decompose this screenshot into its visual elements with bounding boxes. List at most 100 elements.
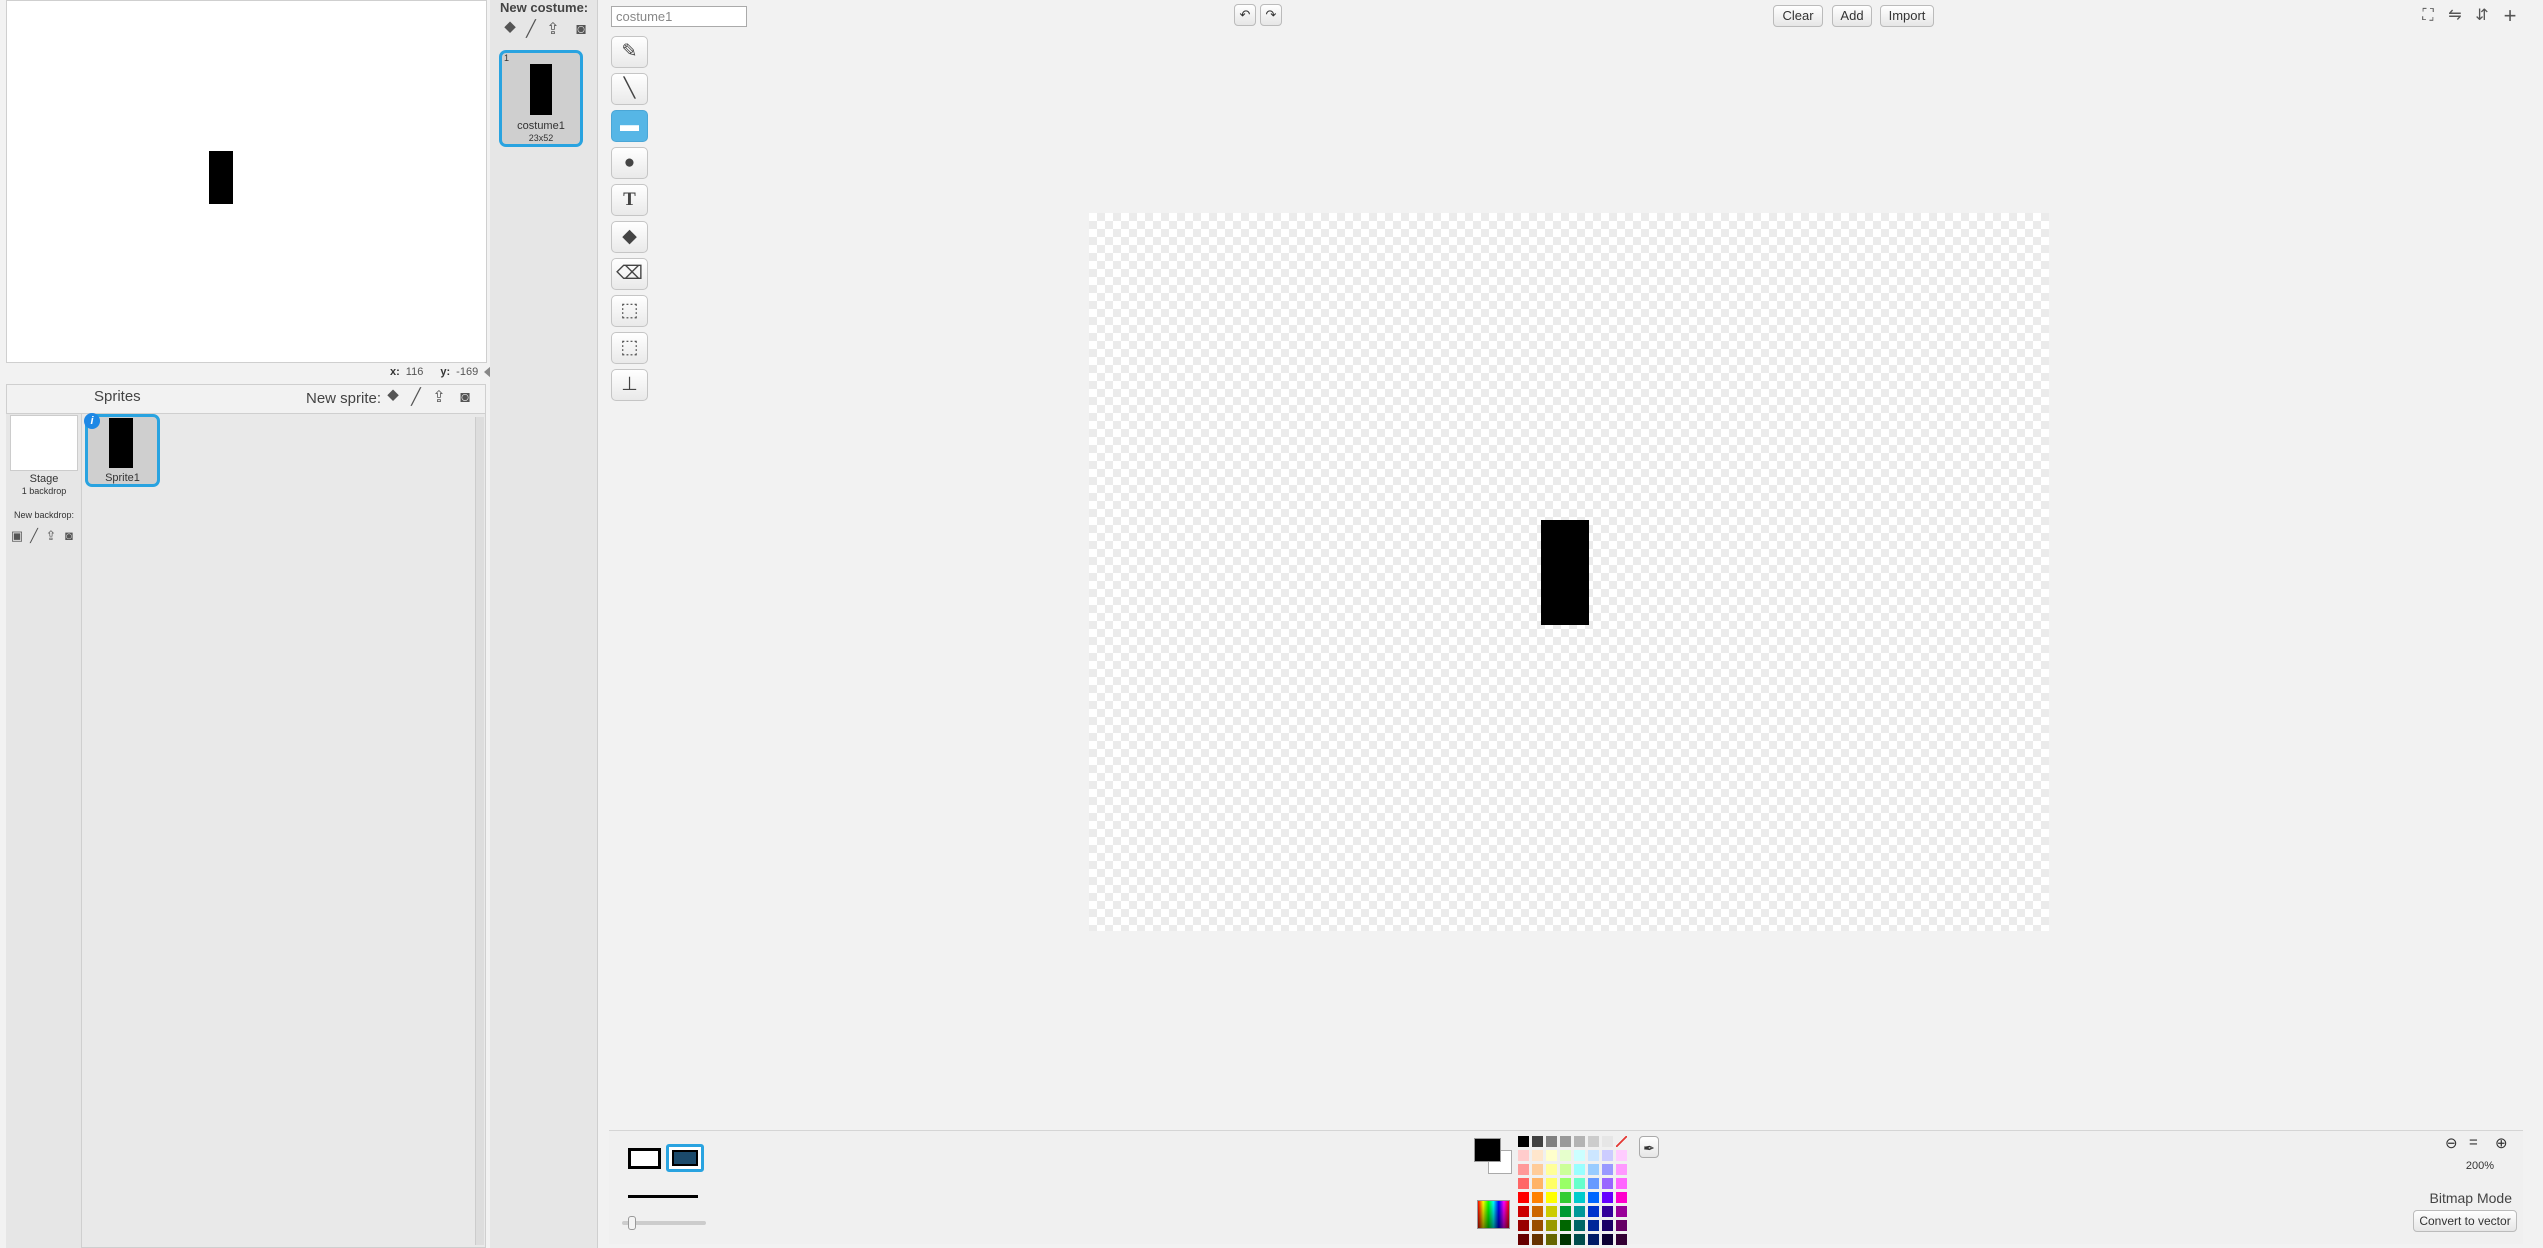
paint-new-sprite-icon[interactable]: ╱ — [406, 388, 426, 408]
color-swatch[interactable] — [1532, 1150, 1543, 1161]
convert-to-vector-button[interactable]: Convert to vector — [2413, 1210, 2517, 1232]
set-center-crosshair-icon[interactable]: + — [2498, 4, 2522, 28]
costume-name-input[interactable] — [611, 6, 747, 27]
upload-backdrop-icon[interactable]: ⇪ — [42, 526, 60, 546]
camera-backdrop-icon[interactable]: ◙ — [60, 526, 78, 546]
tool-select[interactable]: ⬚ — [611, 295, 648, 327]
sprites-scrollbar[interactable] — [475, 417, 484, 1245]
color-swatch[interactable] — [1574, 1164, 1585, 1175]
color-swatch[interactable] — [1560, 1164, 1571, 1175]
paint-costume-icon[interactable]: ╱ — [521, 20, 541, 40]
color-swatch[interactable] — [1588, 1220, 1599, 1231]
color-swatch[interactable] — [1546, 1206, 1557, 1217]
color-spectrum-picker[interactable] — [1477, 1200, 1510, 1229]
tool-stamp[interactable]: ⊥ — [611, 369, 648, 401]
color-swatch[interactable] — [1560, 1136, 1571, 1147]
color-swatch[interactable] — [1518, 1178, 1529, 1189]
color-swatch[interactable] — [1518, 1150, 1529, 1161]
color-swatch[interactable] — [1616, 1234, 1627, 1245]
color-swatch[interactable] — [1602, 1220, 1613, 1231]
color-swatch[interactable] — [1602, 1178, 1613, 1189]
color-swatch[interactable] — [1574, 1150, 1585, 1161]
color-swatch[interactable] — [1546, 1192, 1557, 1203]
color-swatch[interactable] — [1518, 1206, 1529, 1217]
color-swatch[interactable] — [1560, 1150, 1571, 1161]
color-swatch[interactable] — [1546, 1136, 1557, 1147]
color-swatch[interactable] — [1588, 1178, 1599, 1189]
color-swatch[interactable] — [1616, 1220, 1627, 1231]
upload-costume-icon[interactable]: ⇪ — [543, 20, 563, 40]
color-swatch[interactable] — [1546, 1234, 1557, 1245]
color-swatch[interactable] — [1602, 1150, 1613, 1161]
tool-rectangle[interactable]: ▬ — [611, 110, 648, 142]
color-swatch[interactable] — [1518, 1164, 1529, 1175]
tool-text[interactable]: T — [611, 184, 648, 216]
color-swatch[interactable] — [1546, 1220, 1557, 1231]
color-swatch[interactable] — [1560, 1192, 1571, 1203]
primary-color-swatch[interactable] — [1474, 1138, 1501, 1162]
color-swatch[interactable] — [1616, 1206, 1627, 1217]
stage-sprite-rectangle[interactable] — [209, 151, 233, 204]
sprite-info-icon[interactable]: i — [84, 413, 100, 429]
tool-brush[interactable]: ✎ — [611, 36, 648, 68]
undo-button[interactable]: ↶ — [1234, 4, 1256, 26]
color-swatch[interactable] — [1532, 1220, 1543, 1231]
color-swatch[interactable] — [1588, 1206, 1599, 1217]
color-swatch[interactable] — [1574, 1178, 1585, 1189]
color-swatch[interactable] — [1616, 1150, 1627, 1161]
color-swatch[interactable] — [1602, 1206, 1613, 1217]
upload-sprite-icon[interactable]: ⇪ — [429, 388, 449, 408]
color-swatch[interactable] — [1532, 1178, 1543, 1189]
color-swatch[interactable] — [1518, 1220, 1529, 1231]
stage-canvas[interactable] — [6, 0, 487, 363]
tool-fill[interactable]: ◆ — [611, 221, 648, 253]
color-swatch[interactable] — [1574, 1192, 1585, 1203]
tool-line[interactable]: ╲ — [611, 73, 648, 105]
camera-costume-icon[interactable]: ◙ — [571, 20, 591, 40]
color-swatch[interactable] — [1588, 1164, 1599, 1175]
filled-shape-option[interactable] — [666, 1144, 704, 1172]
color-swatch[interactable] — [1588, 1234, 1599, 1245]
redo-button[interactable]: ↷ — [1260, 4, 1282, 26]
color-swatch[interactable] — [1602, 1234, 1613, 1245]
color-swatch[interactable] — [1574, 1234, 1585, 1245]
color-swatch[interactable] — [1588, 1192, 1599, 1203]
flip-horizontal-icon[interactable]: ⇋ — [2443, 4, 2467, 28]
color-swatch[interactable] — [1616, 1164, 1627, 1175]
backdrop-library-icon[interactable]: ▣ — [8, 526, 26, 546]
eyedropper-icon[interactable]: ✒ — [1639, 1136, 1659, 1158]
tool-select-remove-background[interactable]: ⬚ — [611, 332, 648, 364]
zoom-in-icon[interactable]: ⊕ — [2495, 1134, 2508, 1152]
color-swatch[interactable] — [1532, 1234, 1543, 1245]
color-swatch[interactable] — [1518, 1136, 1529, 1147]
costume-library-icon[interactable]: ⯁ — [500, 20, 520, 40]
color-swatch[interactable] — [1602, 1192, 1613, 1203]
color-swatch[interactable] — [1518, 1192, 1529, 1203]
color-swatch[interactable] — [1588, 1150, 1599, 1161]
paint-backdrop-icon[interactable]: ╱ — [26, 526, 42, 546]
zoom-out-icon[interactable]: ⊖ — [2445, 1134, 2458, 1152]
tool-ellipse[interactable]: ● — [611, 147, 648, 179]
color-swatch[interactable] — [1532, 1136, 1543, 1147]
color-swatch[interactable] — [1546, 1150, 1557, 1161]
color-swatch[interactable] — [1546, 1178, 1557, 1189]
color-swatch[interactable] — [1532, 1192, 1543, 1203]
color-swatch[interactable] — [1602, 1136, 1613, 1147]
color-swatch[interactable] — [1574, 1206, 1585, 1217]
color-swatch[interactable] — [1518, 1234, 1529, 1245]
camera-sprite-icon[interactable]: ◙ — [455, 388, 475, 408]
color-swatch[interactable] — [1560, 1206, 1571, 1217]
color-swatch[interactable] — [1616, 1178, 1627, 1189]
color-swatch[interactable] — [1574, 1136, 1585, 1147]
painted-rectangle[interactable] — [1541, 520, 1589, 625]
clear-button[interactable]: Clear — [1773, 5, 1823, 27]
color-swatch[interactable] — [1560, 1220, 1571, 1231]
color-swatch[interactable] — [1602, 1164, 1613, 1175]
import-button[interactable]: Import — [1880, 5, 1934, 27]
color-swatch[interactable] — [1532, 1164, 1543, 1175]
color-swatch[interactable] — [1532, 1206, 1543, 1217]
color-swatch[interactable] — [1616, 1192, 1627, 1203]
color-swatch[interactable] — [1574, 1220, 1585, 1231]
tool-eraser[interactable]: ⌫ — [611, 258, 648, 290]
transparent-swatch[interactable] — [1616, 1136, 1627, 1147]
